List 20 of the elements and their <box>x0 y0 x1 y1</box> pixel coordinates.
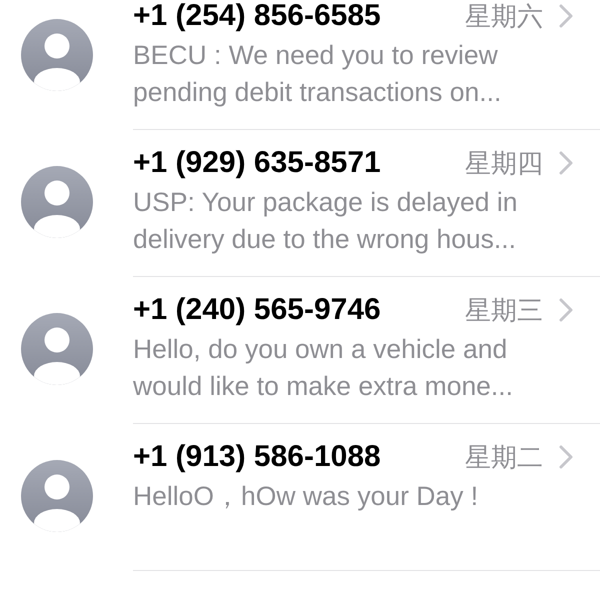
message-preview: HelloO，hOw was your Day ! <box>133 480 480 513</box>
sender-name: +1 (929) 635-8571 <box>133 145 381 181</box>
message-date: 星期二 <box>465 441 543 474</box>
contact-avatar-icon <box>21 460 93 532</box>
message-preview: BECU : We need you to review pending debit transactions on... <box>133 39 502 109</box>
sender-name: +1 (254) 856-6585 <box>133 0 381 34</box>
message-preview: Hello, do you own a vehicle and would like to make extra mone... <box>133 333 514 403</box>
chevron-right-icon[interactable] <box>559 4 573 28</box>
sender-name: +1 (240) 565-9746 <box>133 292 381 328</box>
chevron-right-icon[interactable] <box>559 298 573 322</box>
message-date: 星期四 <box>465 147 543 180</box>
chevron-right-icon[interactable] <box>559 445 573 469</box>
sender-name: +1 (913) 586-1088 <box>133 439 381 475</box>
contact-avatar-icon <box>21 166 93 238</box>
message-date: 星期六 <box>465 0 543 33</box>
chevron-right-icon[interactable] <box>559 151 573 175</box>
contact-avatar-icon <box>21 19 93 91</box>
contact-avatar-icon <box>21 313 93 385</box>
message-preview: USP: Your package is delayed in delivery due to the wrong hous... <box>133 186 519 256</box>
message-date: 星期三 <box>465 294 543 327</box>
